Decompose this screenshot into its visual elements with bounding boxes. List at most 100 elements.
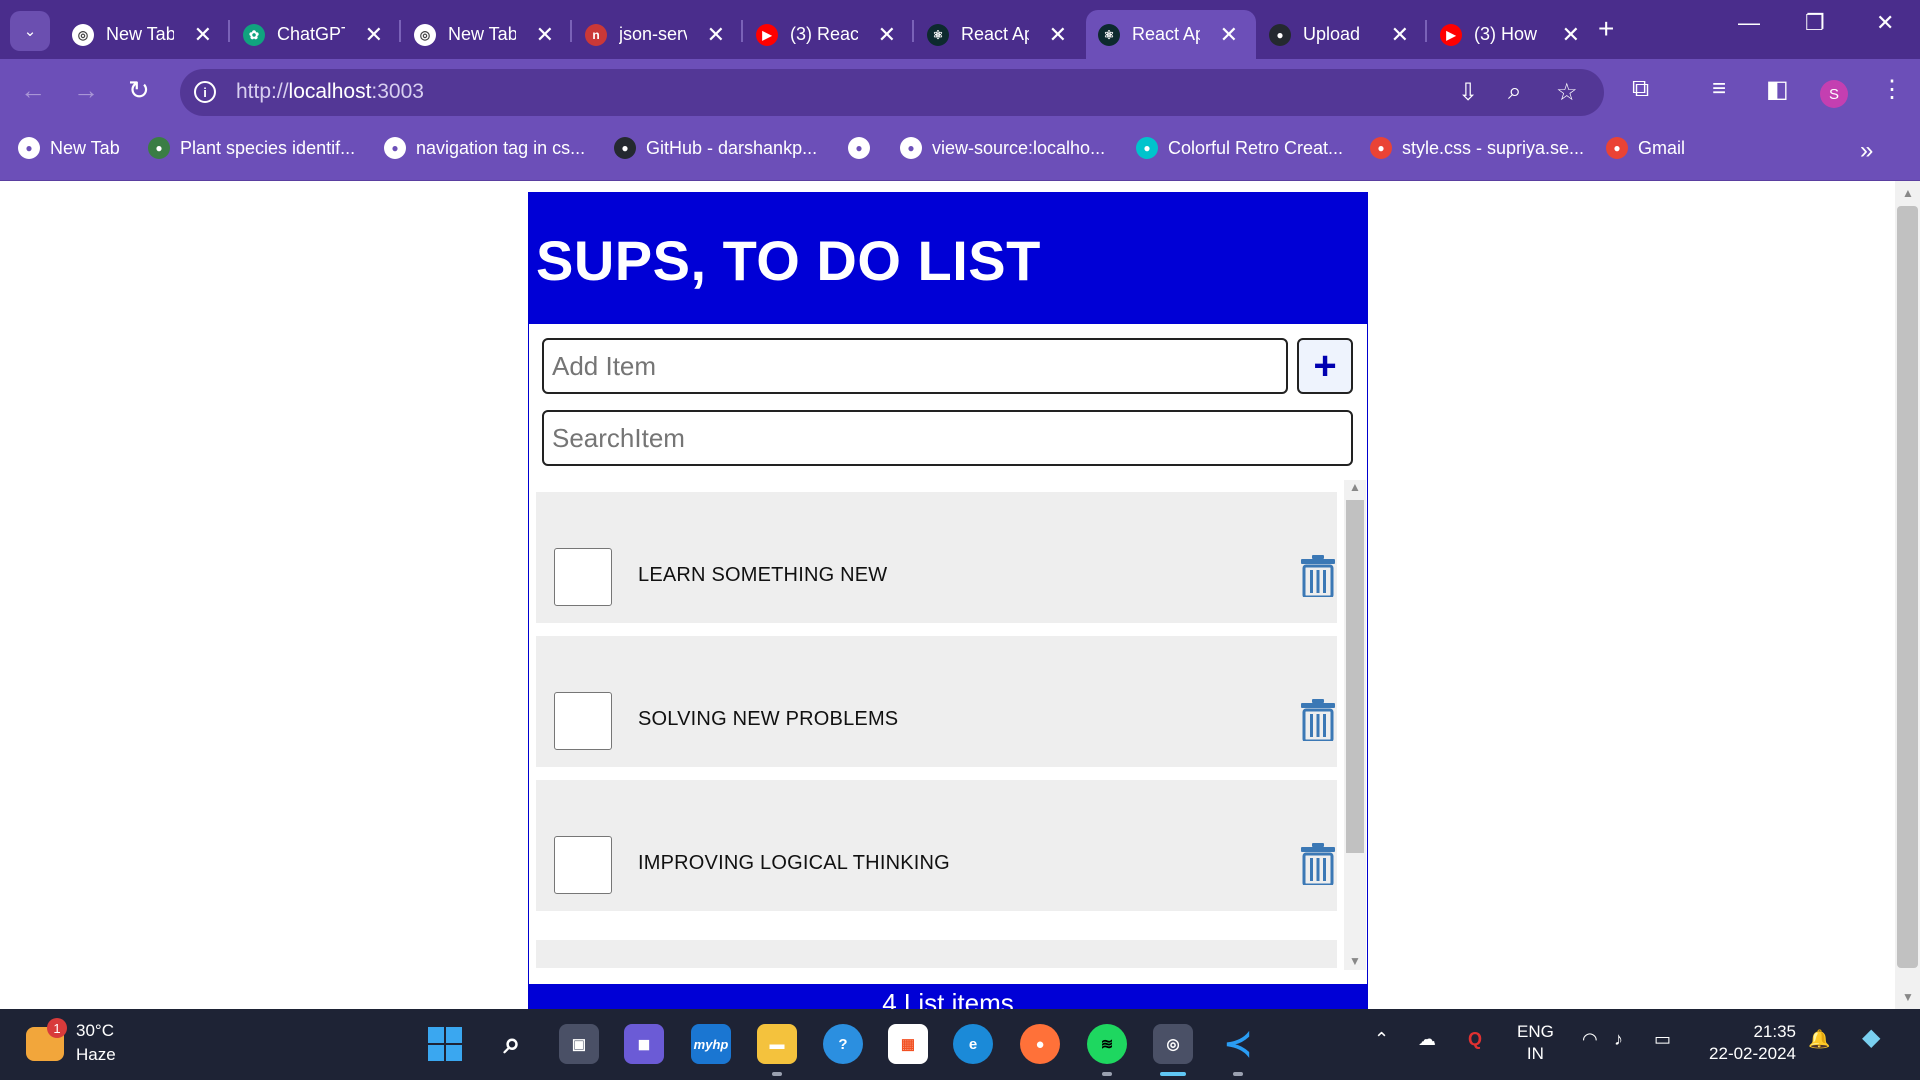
profile-avatar[interactable]: S: [1820, 80, 1848, 108]
weather-description[interactable]: Haze: [76, 1045, 116, 1065]
item-label[interactable]: LEARN SOMETHING NEW: [638, 564, 887, 587]
page-viewport: SUPS, TO DO LIST + LEARN SOMETHING NEW SO…: [0, 181, 1895, 1009]
page-scroll-up-icon[interactable]: ▲: [1902, 186, 1914, 200]
bookmark-6[interactable]: ● view-source:localho...: [900, 137, 1105, 159]
system-clock[interactable]: 21:35 22-02-2024: [1698, 1021, 1796, 1065]
notification-bell-icon[interactable]: 🔔: [1808, 1029, 1830, 1050]
trash-icon[interactable]: [1300, 555, 1336, 597]
item-checkbox[interactable]: [554, 548, 612, 606]
quick-heal-icon[interactable]: Q: [1468, 1029, 1482, 1050]
volume-icon[interactable]: ♪: [1614, 1029, 1623, 1050]
restore-icon[interactable]: ❐: [1805, 10, 1825, 36]
tab-separator: [912, 20, 914, 42]
bookmark-label: view-source:localho...: [932, 137, 1106, 158]
language-code: ENG: [1517, 1022, 1554, 1041]
get-help-icon[interactable]: ?: [823, 1024, 863, 1064]
explorer-running-indicator: [772, 1072, 782, 1076]
search-item-input[interactable]: [542, 410, 1353, 466]
edge-icon[interactable]: e: [953, 1024, 993, 1064]
menu-kebab-icon[interactable]: ⋮: [1880, 75, 1904, 104]
page-scroll-down-icon[interactable]: ▼: [1902, 990, 1914, 1004]
bookmark-2[interactable]: ● Plant species identif...: [148, 137, 355, 159]
window-close-icon[interactable]: ✕: [1876, 10, 1894, 36]
zoom-icon[interactable]: ⌕: [1508, 78, 1521, 106]
item-checkbox[interactable]: [554, 692, 612, 750]
bookmark-8[interactable]: ● style.css - supriya.se...: [1370, 137, 1584, 159]
tab-6[interactable]: ⚛ React App ✕: [915, 10, 1085, 59]
item-checkbox[interactable]: [554, 836, 612, 894]
firefox-icon[interactable]: ●: [1020, 1024, 1060, 1064]
bookmark-5[interactable]: ●: [848, 137, 880, 159]
bookmark-label: Gmail: [1638, 137, 1686, 158]
add-item-input[interactable]: [542, 338, 1288, 394]
site-info-icon[interactable]: i: [194, 81, 216, 103]
bookmark-3[interactable]: ● navigation tag in cs...: [384, 137, 585, 159]
tab-8[interactable]: ● Upload ✕: [1257, 10, 1427, 59]
file-explorer-icon[interactable]: ▬: [757, 1024, 797, 1064]
item-label[interactable]: IMPROVING LOGICAL THINKING: [638, 852, 950, 875]
back-arrow-icon[interactable]: ←: [20, 75, 46, 106]
tab-close-icon[interactable]: ✕: [878, 22, 896, 48]
tab-7[interactable]: ⚛ React App ✕: [1086, 10, 1256, 59]
list-scroll-up-icon[interactable]: ▲: [1349, 480, 1361, 494]
tab-4[interactable]: n json-server ✕: [573, 10, 743, 59]
forward-arrow-icon[interactable]: →: [73, 75, 99, 106]
tab-close-icon[interactable]: ✕: [1562, 22, 1580, 48]
microsoft-store-icon[interactable]: ▦: [888, 1024, 928, 1064]
item-label[interactable]: SOLVING NEW PROBLEMS: [638, 708, 898, 731]
tab-close-icon[interactable]: ✕: [1049, 22, 1067, 48]
copilot-icon[interactable]: ◆: [1862, 1023, 1880, 1052]
bookmark-star-icon[interactable]: ☆: [1556, 78, 1578, 107]
windows-start-icon[interactable]: [425, 1024, 465, 1064]
onedrive-cloud-icon[interactable]: ☁: [1418, 1029, 1436, 1050]
weather-temperature[interactable]: 30°C: [76, 1021, 114, 1041]
address-bar[interactable]: i http://localhost:3003 ⇩ ⌕ ☆: [180, 69, 1604, 116]
tab-close-icon[interactable]: ✕: [707, 22, 725, 48]
list-scrollbar-thumb[interactable]: [1346, 500, 1364, 853]
myhp-icon[interactable]: myhp: [691, 1024, 731, 1064]
list-scroll-down-icon[interactable]: ▼: [1349, 954, 1361, 968]
app-header: SUPS, TO DO LIST: [529, 192, 1367, 324]
address-url[interactable]: http://localhost:3003: [236, 80, 424, 104]
weather-badge: 1: [47, 1018, 67, 1038]
chrome-taskbar-icon[interactable]: ◎: [1153, 1024, 1193, 1064]
battery-icon[interactable]: ▭: [1654, 1029, 1671, 1050]
more-bookmarks-chevron-icon[interactable]: »: [1860, 137, 1873, 165]
tab-strip: ⌄ ◎ New Tab ✕ ✿ ChatGPT ✕ ◎ New Tab ✕ n json-serve…: [0, 0, 1920, 59]
spotify-icon[interactable]: ≋: [1087, 1024, 1127, 1064]
reload-icon[interactable]: ↻: [128, 75, 150, 106]
trash-icon[interactable]: [1300, 843, 1336, 885]
trash-icon[interactable]: [1300, 699, 1336, 741]
page-scrollbar-thumb[interactable]: [1897, 206, 1918, 968]
tab-2[interactable]: ✿ ChatGPT ✕: [231, 10, 401, 59]
language-indicator[interactable]: ENG IN: [1517, 1021, 1554, 1065]
bookmark-4[interactable]: ● GitHub - darshankp...: [614, 137, 817, 159]
tab-close-icon[interactable]: ✕: [194, 22, 212, 48]
teams-chat-icon[interactable]: ◼: [624, 1024, 664, 1064]
tab-search-chevron-icon[interactable]: ⌄: [10, 11, 50, 51]
task-view-icon[interactable]: ▣: [559, 1024, 599, 1064]
search-icon[interactable]: ⌕: [492, 1024, 532, 1064]
install-app-icon[interactable]: ⇩: [1458, 78, 1478, 107]
bookmark-9[interactable]: ● Gmail: [1606, 137, 1685, 159]
bookmark-label: style.css - supriya.se...: [1402, 137, 1585, 158]
show-hidden-icons-chevron-icon[interactable]: ⌃: [1374, 1029, 1389, 1050]
bookmark-7[interactable]: ● Colorful Retro Creat...: [1136, 137, 1343, 159]
vscode-icon[interactable]: ≺: [1218, 1024, 1258, 1064]
tab-close-icon[interactable]: ✕: [365, 22, 383, 48]
wifi-icon[interactable]: ◠: [1582, 1029, 1598, 1050]
tab-9[interactable]: ▶ (3) How ✕: [1428, 10, 1598, 59]
new-tab-plus-icon[interactable]: +: [1598, 13, 1614, 45]
tab-5[interactable]: ▶ (3) React ✕: [744, 10, 914, 59]
tab-close-icon[interactable]: ✕: [536, 22, 554, 48]
minimize-icon[interactable]: —: [1738, 10, 1760, 36]
bookmark-1[interactable]: ● New Tab: [18, 137, 120, 159]
side-panel-icon[interactable]: ◧: [1766, 75, 1789, 104]
tab-3[interactable]: ◎ New Tab ✕: [402, 10, 572, 59]
extensions-puzzle-icon[interactable]: ⧉: [1632, 75, 1649, 103]
tab-1[interactable]: ◎ New Tab ✕: [60, 10, 230, 59]
tab-close-icon[interactable]: ✕: [1220, 22, 1238, 48]
add-item-button[interactable]: +: [1297, 338, 1353, 394]
tab-close-icon[interactable]: ✕: [1391, 22, 1409, 48]
media-queue-icon[interactable]: ≡: [1712, 75, 1726, 103]
